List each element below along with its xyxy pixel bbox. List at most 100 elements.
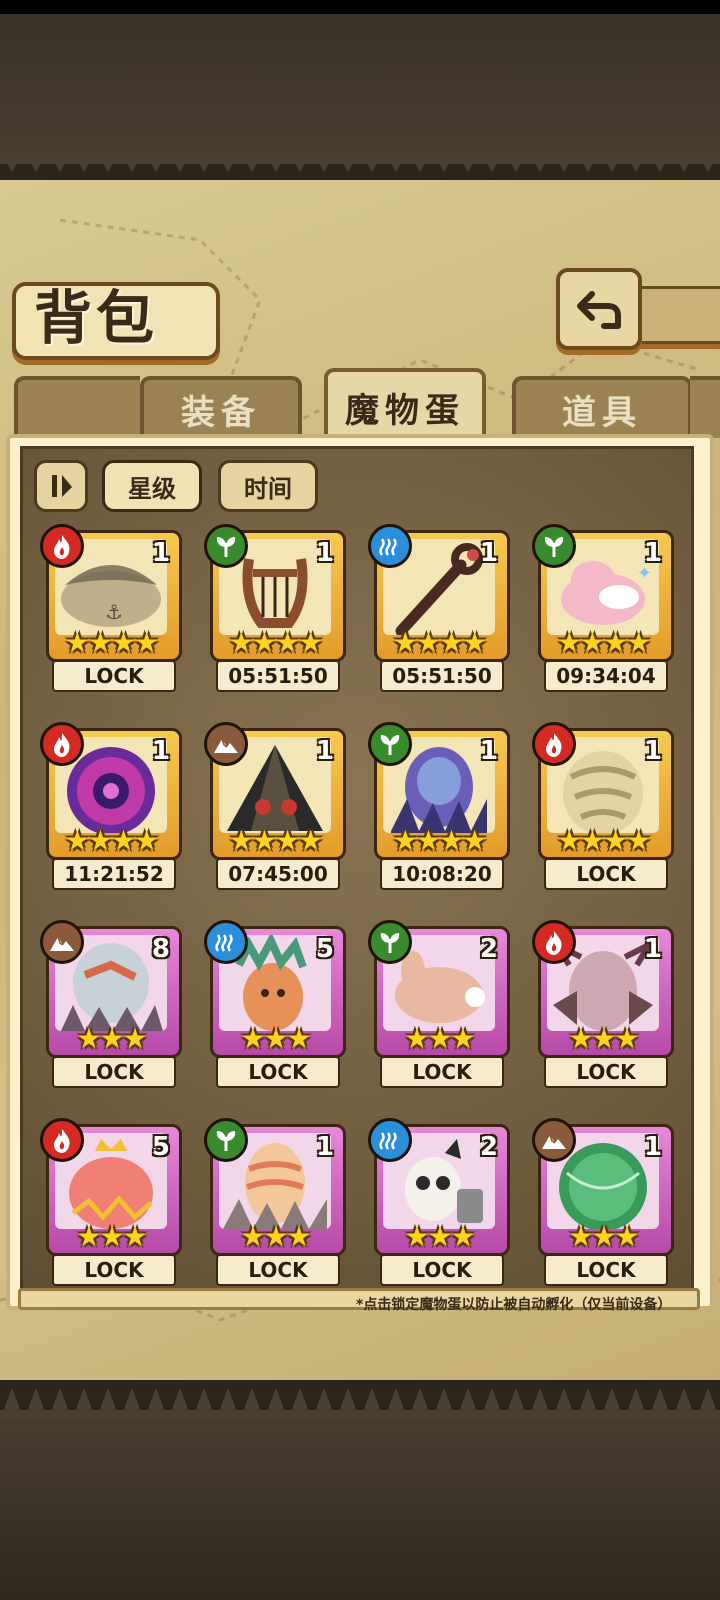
lock-button[interactable]: LOCK (544, 858, 668, 890)
hatch-timer: 11:21:52 (52, 858, 176, 890)
grass-element-icon (532, 524, 576, 568)
star-rating: ★ ★ ★ ★ (544, 826, 664, 856)
star-icon: ★ (251, 626, 277, 659)
egg-card[interactable]: 2 ★ ★ ★ LOCK (368, 1118, 510, 1286)
hatch-timer: 10:08:20 (380, 858, 504, 890)
background-top (0, 14, 720, 164)
star-icon: ★ (415, 824, 441, 857)
egg-card[interactable]: 5 ★ ★ ★ LOCK (40, 1118, 182, 1286)
star-icon: ★ (64, 824, 90, 857)
lock-button[interactable]: LOCK (52, 1056, 176, 1088)
egg-card[interactable]: 1 ★ ★ ★ ★ 10:08:20 (368, 722, 510, 890)
sort-order-toggle[interactable] (34, 460, 88, 512)
star-rating: ★ ★ ★ (216, 1024, 336, 1054)
star-rating: ★ ★ ★ ★ (380, 628, 500, 658)
egg-card[interactable]: ✦ 1 ★ ★ ★ ★ 09:34:04 (532, 524, 674, 692)
star-icon: ★ (439, 626, 465, 659)
star-rating: ★ ★ ★ ★ (52, 826, 172, 856)
star-icon: ★ (603, 824, 629, 857)
sort-by-time-button[interactable]: 时间 (218, 460, 318, 512)
lock-button[interactable]: LOCK (216, 1056, 340, 1088)
tab-items[interactable]: 道具 (512, 376, 692, 438)
egg-count: 1 (643, 736, 662, 766)
star-rating: ★ ★ ★ ★ (544, 628, 664, 658)
egg-card[interactable]: 1 ★ ★ ★ ★ 05:51:50 (368, 524, 510, 692)
star-rating: ★ ★ ★ (544, 1222, 664, 1252)
star-icon: ★ (76, 1022, 102, 1055)
egg-card[interactable]: 2 ★ ★ ★ LOCK (368, 920, 510, 1088)
egg-count: 1 (151, 538, 170, 568)
lock-button[interactable]: LOCK (544, 1056, 668, 1088)
star-rating: ★ ★ ★ (52, 1222, 172, 1252)
fire-element-icon (40, 722, 84, 766)
egg-card[interactable]: 1 ★ ★ ★ LOCK (532, 1118, 674, 1286)
star-icon: ★ (439, 824, 465, 857)
star-icon: ★ (298, 626, 324, 659)
star-icon: ★ (450, 1022, 476, 1055)
star-rating: ★ ★ ★ ★ (380, 826, 500, 856)
egg-card[interactable]: 1 ★ ★ ★ ★ 07:45:00 (204, 722, 346, 890)
egg-count: 2 (479, 934, 498, 964)
star-icon: ★ (626, 626, 652, 659)
egg-count: 5 (315, 934, 334, 964)
water-element-icon (368, 1118, 412, 1162)
egg-card[interactable]: ⚓ 1 ★ ★ ★ ★ LOCK (40, 524, 182, 692)
star-icon: ★ (614, 1220, 640, 1253)
hatch-timer: 05:51:50 (380, 660, 504, 692)
sort-by-star-button[interactable]: 星级 (102, 460, 202, 512)
star-icon: ★ (286, 1220, 312, 1253)
star-icon: ★ (122, 1022, 148, 1055)
star-icon: ★ (392, 626, 418, 659)
return-arrow-icon (577, 291, 621, 329)
egg-count: 1 (315, 538, 334, 568)
star-icon: ★ (415, 626, 441, 659)
egg-card[interactable]: 1 ★ ★ ★ ★ LOCK (532, 722, 674, 890)
svg-text:⚓: ⚓ (105, 600, 123, 624)
lock-button[interactable]: LOCK (52, 660, 176, 692)
egg-card[interactable]: 5 ★ ★ ★ LOCK (204, 920, 346, 1088)
star-icon: ★ (427, 1022, 453, 1055)
zigzag-border-bottom (0, 1388, 720, 1420)
star-icon: ★ (111, 626, 137, 659)
star-icon: ★ (462, 626, 488, 659)
lock-button[interactable]: LOCK (380, 1056, 504, 1088)
tab-monster-eggs[interactable]: 魔物蛋 (324, 368, 486, 442)
star-icon: ★ (404, 1220, 430, 1253)
hatch-timer: 07:45:00 (216, 858, 340, 890)
egg-count: 8 (151, 934, 170, 964)
fire-element-icon (532, 920, 576, 964)
star-icon: ★ (228, 824, 254, 857)
lock-button[interactable]: LOCK (544, 1254, 668, 1286)
grass-element-icon (204, 1118, 248, 1162)
star-icon: ★ (556, 626, 582, 659)
egg-card[interactable]: 1 ★ ★ ★ LOCK (532, 920, 674, 1088)
egg-count: 1 (643, 538, 662, 568)
game-screen: 背包 装备 魔物蛋 道具 星级 时间 ⚓ 1 ★ ★ ★ ★ LOCK 1 ★ ★ ★ ★ 05:51:… (0, 0, 720, 1600)
egg-card[interactable]: 1 ★ ★ ★ ★ 11:21:52 (40, 722, 182, 890)
star-icon: ★ (87, 824, 113, 857)
earth-element-icon (204, 722, 248, 766)
lock-button[interactable]: LOCK (380, 1254, 504, 1286)
back-button[interactable] (556, 268, 642, 350)
star-icon: ★ (298, 824, 324, 857)
star-icon: ★ (614, 1022, 640, 1055)
egg-card[interactable]: 1 ★ ★ ★ LOCK (204, 1118, 346, 1286)
star-icon: ★ (568, 1022, 594, 1055)
star-icon: ★ (275, 626, 301, 659)
star-icon: ★ (134, 824, 160, 857)
star-rating: ★ ★ ★ (52, 1024, 172, 1054)
egg-count: 1 (479, 538, 498, 568)
star-icon: ★ (450, 1220, 476, 1253)
star-rating: ★ ★ ★ ★ (216, 826, 336, 856)
star-icon: ★ (568, 1220, 594, 1253)
star-icon: ★ (392, 824, 418, 857)
tab-equipment[interactable]: 装备 (140, 376, 302, 438)
egg-count: 1 (479, 736, 498, 766)
egg-card[interactable]: 1 ★ ★ ★ ★ 05:51:50 (204, 524, 346, 692)
lock-button[interactable]: LOCK (52, 1254, 176, 1286)
star-icon: ★ (263, 1220, 289, 1253)
grass-element-icon (204, 524, 248, 568)
egg-card[interactable]: 8 ★ ★ ★ LOCK (40, 920, 182, 1088)
fire-element-icon (532, 722, 576, 766)
lock-button[interactable]: LOCK (216, 1254, 340, 1286)
